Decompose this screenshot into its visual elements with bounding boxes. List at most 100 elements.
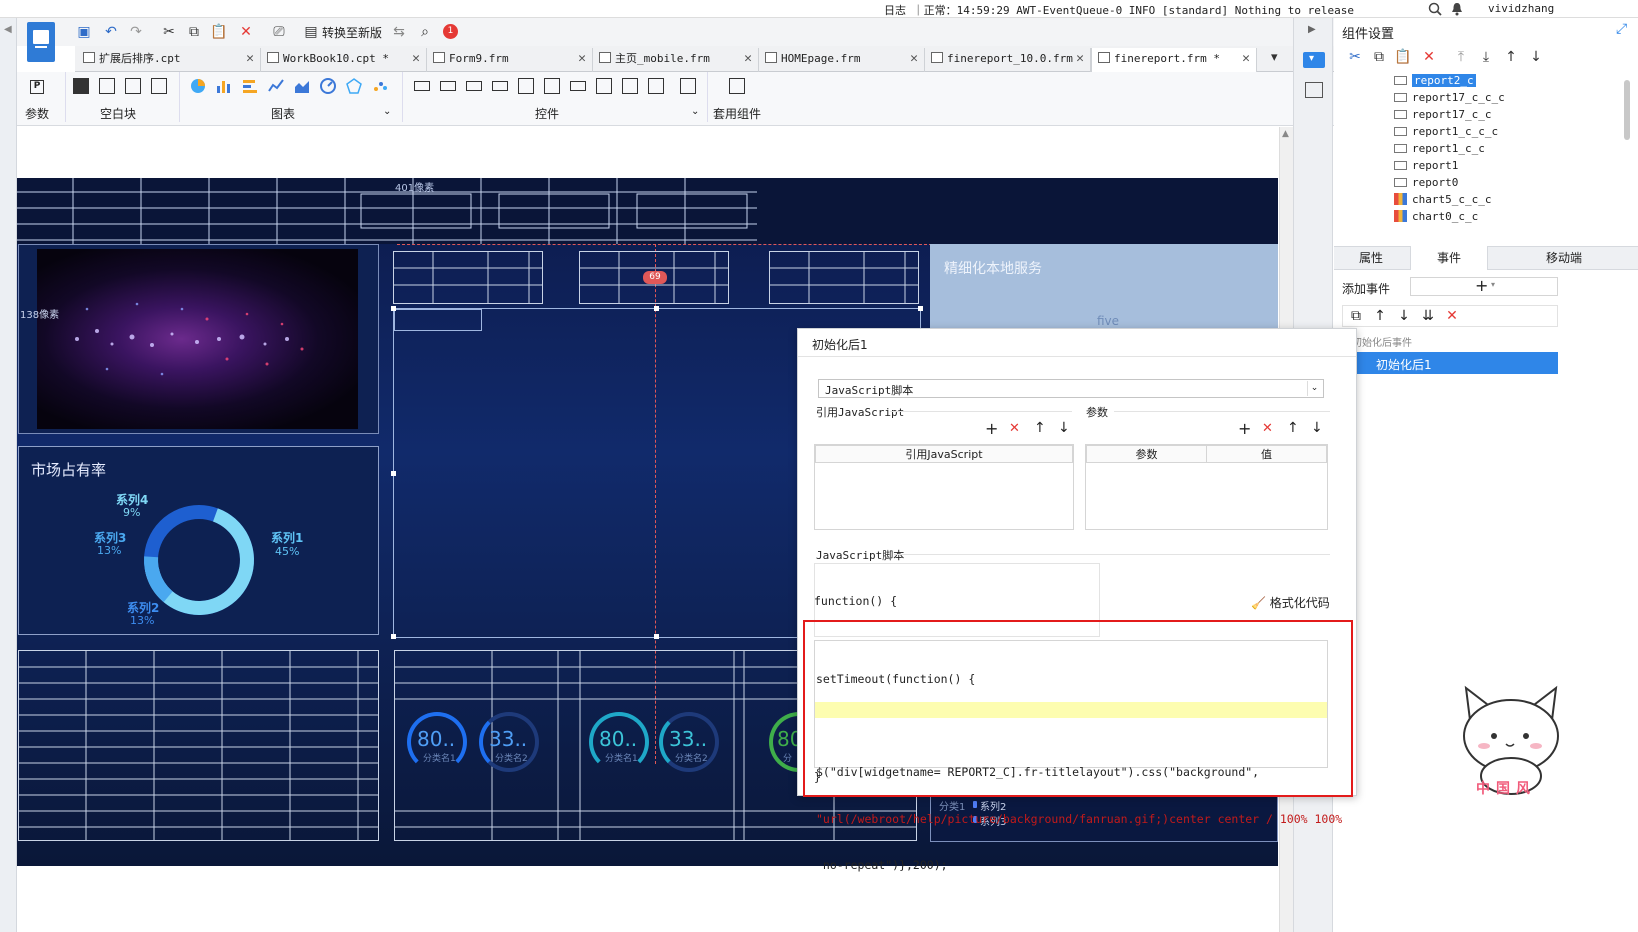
- tree-item[interactable]: report17_c_c: [1394, 108, 1491, 121]
- move-down-icon[interactable]: ↓: [1311, 420, 1323, 436]
- copy-icon[interactable]: ⧉: [1347, 307, 1365, 325]
- chevron-up-icon[interactable]: ▲: [1282, 129, 1289, 139]
- tree-item[interactable]: report2_c: [1394, 74, 1476, 87]
- block-icon[interactable]: [73, 78, 89, 94]
- close-icon[interactable]: ✕: [744, 48, 752, 70]
- tab-file-2[interactable]: WorkBook10.cpt * ✕: [261, 48, 427, 72]
- tab-file-1[interactable]: 扩展后排序.cpt ✕: [77, 48, 261, 72]
- redo-icon[interactable]: ↷: [127, 23, 145, 41]
- move-up-icon[interactable]: ↑: [1371, 307, 1389, 325]
- close-icon[interactable]: ✕: [1076, 48, 1084, 70]
- date-widget-icon[interactable]: [544, 78, 560, 94]
- hbar-chart-icon[interactable]: [242, 78, 258, 94]
- close-icon[interactable]: ✕: [246, 48, 254, 70]
- close-icon[interactable]: ✕: [1242, 48, 1250, 70]
- chevron-down-icon[interactable]: ⌄: [691, 106, 699, 117]
- resize-handle[interactable]: [391, 634, 396, 639]
- block-split-v-icon[interactable]: [125, 78, 141, 94]
- paste-icon[interactable]: 📋: [1394, 48, 1412, 66]
- chevron-left-icon[interactable]: ◀: [4, 24, 12, 35]
- username[interactable]: vividzhang: [1488, 2, 1554, 15]
- chevron-right-icon[interactable]: ▶: [1308, 24, 1316, 35]
- copy-icon[interactable]: ⧉: [185, 23, 203, 41]
- button-widget-icon[interactable]: [466, 81, 482, 91]
- tree-scrollbar[interactable]: [1624, 80, 1630, 140]
- tab-properties[interactable]: 属性: [1334, 246, 1408, 270]
- service-panel[interactable]: 精细化本地服务 five: [930, 244, 1278, 328]
- add-ref-js-icon[interactable]: +: [985, 419, 998, 438]
- radio-group-icon[interactable]: [622, 78, 638, 94]
- delete-icon[interactable]: ✕: [237, 23, 255, 41]
- gauge-chart-icon[interactable]: [320, 78, 336, 94]
- tree-item[interactable]: chart5_c_c_c: [1394, 193, 1491, 206]
- move-down-icon[interactable]: ↓: [1058, 420, 1070, 436]
- add-event-dropdown[interactable]: + ▾: [1410, 276, 1558, 296]
- undo-icon[interactable]: ↶: [102, 23, 120, 41]
- tree-item[interactable]: report1: [1394, 159, 1458, 172]
- checkbox-group-icon[interactable]: [648, 78, 664, 94]
- inspect-icon[interactable]: ⌕: [416, 23, 434, 41]
- move-up-icon[interactable]: ↑: [1287, 420, 1299, 436]
- resize-handle[interactable]: [918, 306, 923, 311]
- tab-file-4[interactable]: 主页_mobile.frm ✕: [593, 48, 759, 72]
- designer-logo[interactable]: [27, 22, 55, 62]
- event-item[interactable]: ✎ 初始化后1: [1342, 352, 1558, 374]
- delete-icon[interactable]: ✕: [1420, 48, 1438, 66]
- tree-item[interactable]: chart0_c_c: [1394, 210, 1478, 223]
- search-widget-icon[interactable]: [680, 78, 696, 94]
- notification-badge[interactable]: 1: [443, 24, 458, 39]
- block-grid-icon[interactable]: [151, 78, 167, 94]
- pie-chart-icon[interactable]: [190, 78, 206, 94]
- move-up-icon[interactable]: ↑: [1034, 420, 1046, 436]
- event-type-select[interactable]: JavaScript脚本 ⌄: [818, 379, 1324, 398]
- tree-item[interactable]: report0: [1394, 176, 1458, 189]
- close-icon[interactable]: ✕: [578, 48, 586, 70]
- close-icon[interactable]: ✕: [412, 48, 420, 70]
- bar-chart-icon[interactable]: [216, 78, 232, 94]
- close-icon[interactable]: ✕: [910, 48, 918, 70]
- collapse-icon[interactable]: ⤢: [1616, 21, 1627, 37]
- tab-file-6[interactable]: finereport_10.0.frm ✕: [925, 48, 1091, 72]
- resize-handle[interactable]: [654, 634, 659, 639]
- delete-ref-js-icon[interactable]: ✕: [1009, 421, 1020, 436]
- tab-file-7[interactable]: finereport.frm * ✕: [1091, 48, 1257, 72]
- js-code-editor[interactable]: setTimeout(function() { $("div[widgetnam…: [814, 640, 1342, 872]
- tree-item[interactable]: report1_c_c_c: [1394, 125, 1498, 138]
- textarea-widget-icon[interactable]: [596, 78, 612, 94]
- block-split-h-icon[interactable]: [99, 78, 115, 94]
- component-template-icon[interactable]: [729, 78, 745, 94]
- cut-icon[interactable]: ✂: [160, 23, 178, 41]
- component-settings-tab[interactable]: ▾: [1303, 52, 1325, 68]
- layout-panel-icon[interactable]: [1305, 82, 1323, 98]
- tab-file-3[interactable]: Form9.frm ✕: [427, 48, 593, 72]
- list-widget-icon[interactable]: [518, 78, 534, 94]
- resize-handle[interactable]: [391, 306, 396, 311]
- market-share-widget[interactable]: 市场占有率 系列1 45% 系列2 13% 系列3 13% 系列4 9%: [18, 446, 379, 635]
- move-down-icon[interactable]: ↓: [1395, 307, 1413, 325]
- copy-icon[interactable]: ⧉: [1370, 48, 1388, 66]
- delete-icon[interactable]: ✕: [1443, 307, 1461, 325]
- tab-events[interactable]: 事件: [1410, 246, 1488, 270]
- paste-icon[interactable]: 📋: [210, 23, 228, 41]
- move-down-icon[interactable]: ↓: [1527, 48, 1545, 66]
- tab-mobile[interactable]: 移动端: [1490, 246, 1638, 270]
- preview-icon[interactable]: ⎚: [270, 23, 288, 41]
- param-icon[interactable]: P: [30, 80, 44, 94]
- resize-handle[interactable]: [654, 306, 659, 311]
- move-bottom-icon[interactable]: ⤓: [1477, 48, 1495, 66]
- save-icon[interactable]: ▣: [75, 23, 93, 41]
- move-top-icon[interactable]: ⤒: [1452, 48, 1470, 66]
- tree-item[interactable]: report17_c_c_c: [1394, 91, 1505, 104]
- move-up-icon[interactable]: ↑: [1502, 48, 1520, 66]
- format-code-button[interactable]: 🧹 格式化代码: [1251, 594, 1330, 611]
- line-chart-icon[interactable]: [268, 78, 284, 94]
- params-table[interactable]: 参数 值: [1085, 444, 1328, 530]
- cut-icon[interactable]: ✂: [1346, 48, 1364, 66]
- switch-icon[interactable]: ⇆: [390, 23, 408, 41]
- tab-list-icon[interactable]: ▾: [1271, 50, 1278, 65]
- add-param-icon[interactable]: +: [1238, 419, 1251, 438]
- delete-param-icon[interactable]: ✕: [1262, 421, 1273, 436]
- sort-icon[interactable]: ⇊: [1419, 307, 1437, 325]
- number-widget-icon[interactable]: [570, 81, 586, 91]
- textbox-widget-icon[interactable]: [414, 81, 430, 91]
